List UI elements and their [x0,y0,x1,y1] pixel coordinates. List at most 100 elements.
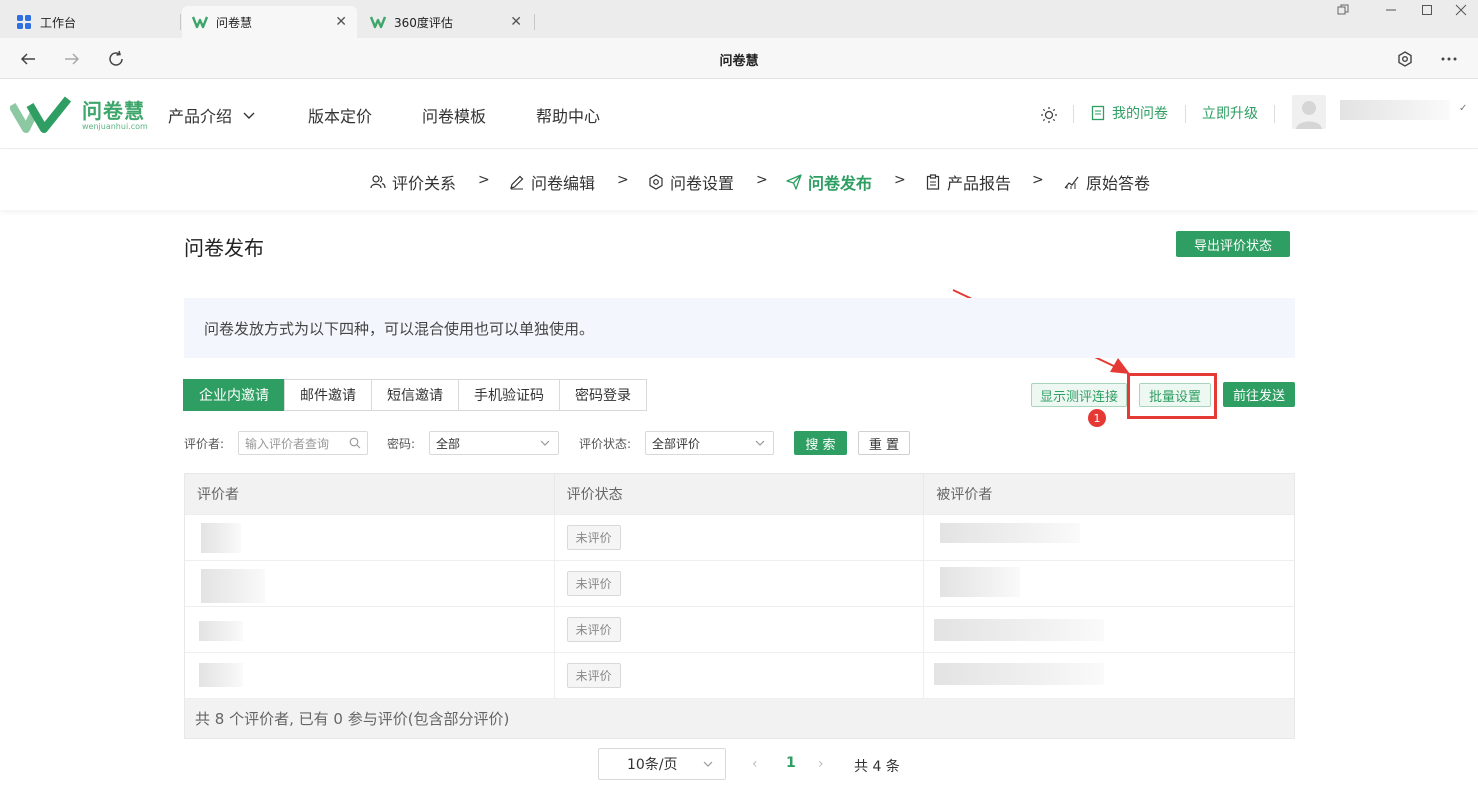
status-select[interactable]: 全部评价 [645,431,774,455]
redacted-name [940,523,1081,543]
table-row: 未评价 [185,652,1294,698]
nav-templates[interactable]: 问卷模板 [422,103,486,127]
page-size-select[interactable]: 10条/页 [598,748,726,780]
send-icon [786,174,802,190]
browser-tab-wenjuanhui[interactable]: 问卷慧 ✕ [182,6,357,38]
status-cell: 未评价 [555,607,925,652]
chevron-down-icon [755,440,765,446]
tab-email-invite[interactable]: 邮件邀请 [284,379,372,411]
step-label: 问卷发布 [808,174,873,193]
step-publish[interactable]: 问卷发布 [786,170,872,194]
extensions-icon[interactable] [1392,46,1418,72]
maximize-window-icon[interactable] [1412,0,1442,20]
redacted-username [1340,100,1450,120]
step-number-badge: 1 [1088,409,1106,427]
tab-phone-code[interactable]: 手机验证码 [458,379,560,411]
step-label: 评价关系 [392,174,457,193]
my-surveys-link[interactable]: 我的问卷 [1090,103,1168,123]
redacted-name [934,663,1105,685]
close-tab-icon[interactable]: ✕ [335,14,347,30]
current-page[interactable]: 1 [786,755,796,771]
prev-page-icon[interactable]: ‹ [752,756,758,772]
step-separator: > [1032,172,1044,188]
close-tab-icon[interactable]: ✕ [510,14,522,30]
step-label: 原始答卷 [1086,174,1151,193]
minimize-window-icon[interactable] [1376,0,1406,20]
evaluator-cell [185,653,555,698]
browser-tab-label: 360度评估 [394,15,453,30]
status-badge: 未评价 [566,571,621,596]
document-icon [1091,105,1105,121]
go-send-button[interactable]: 前往发送 [1223,382,1295,407]
clipboard-icon [926,174,940,190]
status-filter-label: 评价状态: [579,437,632,451]
nav-product[interactable]: 产品介绍 [168,103,256,127]
site-logo[interactable]: 问卷慧 wenjuanhui.com [10,95,150,135]
nav-pricing[interactable]: 版本定价 [308,103,372,127]
header-divider [1274,105,1275,123]
column-header-evaluatee: 被评价者 [936,487,993,503]
redacted-name [201,523,241,553]
pagination-total: 共 4 条 [854,759,900,775]
highlight-box [1127,373,1217,419]
reset-button[interactable]: 重 置 [858,431,910,455]
table-row: 未评价 [185,560,1294,606]
invite-method-tabs: 企业内邀请 邮件邀请 短信邀请 手机验证码 密码登录 [183,379,647,411]
chevron-down-icon [243,112,255,119]
evaluator-table: 评价者 评价状态 被评价者 未评价 未评价 未评价 未评价 共 8 个评价者, … [184,473,1295,739]
wenjuanhui-favicon-icon [192,14,208,30]
browser-tab-workbench[interactable]: 工作台 [6,6,176,38]
logo-text: 问卷慧 [82,99,145,123]
browser-tab-360[interactable]: 360度评估 ✕ [360,6,532,38]
logo-mark-icon [10,96,72,133]
show-link-button[interactable]: 显示测评连接 [1031,383,1127,407]
search-button[interactable]: 搜 索 [794,431,847,455]
next-page-icon[interactable]: › [818,756,824,772]
evaluator-cell [185,561,555,606]
tab-password-login[interactable]: 密码登录 [559,379,647,411]
people-icon [370,175,386,189]
avatar[interactable] [1292,95,1326,129]
theme-toggle-icon[interactable] [1040,106,1058,124]
redacted-name [934,619,1105,641]
evaluator-cell [185,515,555,560]
status-cell: 未评价 [555,515,925,560]
chart-icon [1064,176,1079,189]
password-select[interactable]: 全部 [429,431,559,455]
table-header: 评价者 评价状态 被评价者 [185,474,1294,514]
more-menu-icon[interactable] [1436,46,1462,72]
password-select-value: 全部 [436,436,461,451]
nav-help[interactable]: 帮助中心 [536,103,600,127]
tab-enterprise-invite[interactable]: 企业内邀请 [183,379,285,411]
checkmark-icon: ✓ [1459,103,1468,114]
evaluator-search-input[interactable]: 输入评价者查询 [238,431,368,455]
export-status-button[interactable]: 导出评价状态 [1176,231,1290,257]
status-badge: 未评价 [566,525,621,550]
site-header: 问卷慧 wenjuanhui.com 产品介绍 版本定价 问卷模板 帮助中心 我… [0,79,1478,149]
close-window-icon[interactable] [1446,0,1476,20]
chevron-down-icon [540,440,550,446]
status-select-value: 全部评价 [652,436,701,451]
step-raw[interactable]: 原始答卷 [1064,170,1150,194]
logo-subtext: wenjuanhui.com [82,122,148,131]
restore-window-icon[interactable] [1328,0,1358,20]
step-settings[interactable]: 问卷设置 [648,170,734,194]
evaluator-cell [185,607,555,652]
step-bar: 评价关系 > 问卷编辑 > 问卷设置 > 问卷发布 > 产品报告 > 原始答卷 [0,150,1478,210]
step-relation[interactable]: 评价关系 [370,170,456,194]
status-badge: 未评价 [566,617,621,642]
pencil-icon [510,175,524,190]
step-separator: > [478,172,490,188]
publish-notice: 问卷发放方式为以下四种，可以混合使用也可以单独使用。 [184,298,1295,358]
evaluatee-cell [924,653,1294,698]
chevron-down-icon [703,761,713,767]
step-edit[interactable]: 问卷编辑 [509,170,595,194]
step-separator: > [617,172,629,188]
step-label: 产品报告 [947,174,1012,193]
table-row: 未评价 [185,514,1294,560]
step-report[interactable]: 产品报告 [925,170,1011,194]
column-header-status: 评价状态 [555,474,925,514]
evaluatee-cell [924,561,1294,606]
tab-sms-invite[interactable]: 短信邀请 [371,379,459,411]
upgrade-link[interactable]: 立即升级 [1202,103,1258,123]
